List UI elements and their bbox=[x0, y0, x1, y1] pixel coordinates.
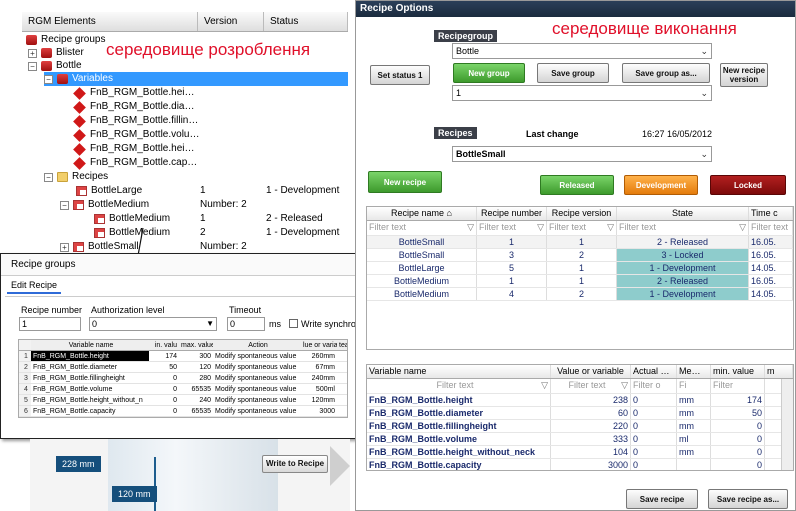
filter-icon[interactable]: ▽ bbox=[621, 379, 628, 392]
set-status-button[interactable]: Set status 1 bbox=[370, 65, 430, 85]
col-recipe-version[interactable]: Recipe version bbox=[547, 207, 617, 220]
tab-edit-recipe[interactable]: Edit Recipe bbox=[7, 280, 62, 294]
recipegroup-label: Recipegroup bbox=[434, 30, 498, 42]
table-row[interactable]: 6 FnB_RGM_Bottle.capacity 0 65535 Modify spo… bbox=[19, 406, 347, 417]
recipe-variable-table: Variable name in. valu max. value Action… bbox=[18, 339, 348, 418]
col-min-value[interactable]: min. value bbox=[711, 365, 765, 378]
bottle-visualization bbox=[30, 439, 350, 511]
table-row[interactable]: FnB_RGM_Bottle.fillingheight 220 0 mm 0 bbox=[367, 420, 793, 433]
filter-input[interactable]: Filter text ▽ bbox=[551, 379, 631, 393]
table-row[interactable]: 3 FnB_RGM_Bottle.fillingheight 0 280 Modify … bbox=[19, 373, 347, 384]
col-measure[interactable]: Me… bbox=[677, 365, 711, 378]
save-recipe-as-button[interactable]: Save recipe as... bbox=[708, 489, 788, 509]
recipe-grid-header: Recipe name ⌂ Recipe number Recipe versi… bbox=[367, 207, 793, 221]
table-row[interactable]: 2 FnB_RGM_Bottle.diameter 50 120 Modify spon… bbox=[19, 362, 347, 373]
col-recipe-name[interactable]: Recipe name ⌂ bbox=[367, 207, 477, 220]
table-header: Variable name in. valu max. value Action… bbox=[19, 340, 347, 351]
home-icon: ⌂ bbox=[446, 208, 452, 218]
authorization-level-label: Authorization level bbox=[91, 305, 165, 315]
col-variable-name[interactable]: Variable name bbox=[367, 365, 551, 378]
recipes-label: Recipes bbox=[434, 127, 477, 139]
write-to-recipe-button[interactable]: Write to Recipe bbox=[262, 455, 328, 473]
filter-input[interactable]: Filter bbox=[711, 379, 765, 393]
col-value-or-variable[interactable]: Value or variable bbox=[551, 365, 631, 378]
new-group-button[interactable]: New group bbox=[453, 63, 525, 83]
col-state[interactable]: State bbox=[617, 207, 749, 220]
recipe-select[interactable]: BottleSmall ⌄ bbox=[452, 146, 712, 162]
table-row[interactable]: BottleMedium 1 1 2 - Released 16.05. bbox=[367, 275, 793, 288]
variable-grid-scrollbar[interactable] bbox=[781, 379, 793, 470]
variable-grid-header: Variable name Value or variable Actual …… bbox=[367, 365, 793, 379]
chevron-down-icon: ⌄ bbox=[700, 88, 708, 98]
runtime-environment-panel: Recipe Options середовище виконання Reci… bbox=[355, 0, 796, 511]
timeout-input[interactable]: 0 bbox=[227, 317, 265, 331]
recipe-number-label: Recipe number bbox=[21, 305, 83, 315]
last-change-label: Last change bbox=[526, 129, 579, 139]
write-synchronous-checkbox[interactable] bbox=[289, 319, 298, 328]
dialog-title: Recipe groups bbox=[1, 254, 359, 276]
variable-grid-filter-row: Filter text ▽ Filter text ▽ Filter o Fi Fi… bbox=[367, 379, 793, 394]
chevron-down-icon: ▼ bbox=[206, 319, 214, 328]
recipegroup-select[interactable]: Bottle ⌄ bbox=[452, 43, 712, 59]
table-row[interactable]: BottleSmall 3 2 3 - Locked 16.05. bbox=[367, 249, 793, 262]
recipe-number-input[interactable]: 1 bbox=[19, 317, 81, 331]
height-label-228: 228 mm bbox=[56, 456, 101, 472]
filter-icon[interactable]: ▽ bbox=[537, 221, 544, 234]
table-row[interactable]: BottleSmall 1 1 2 - Released 16.05. bbox=[367, 236, 793, 249]
last-change-value: 16:27 16/05/2012 bbox=[642, 129, 713, 139]
filter-input[interactable]: Filter text ▽ bbox=[547, 221, 617, 235]
save-recipe-button[interactable]: Save recipe bbox=[626, 489, 698, 509]
col-max[interactable]: m bbox=[765, 365, 793, 378]
filter-input[interactable]: Filter text ▽ bbox=[477, 221, 547, 235]
authorization-level-select[interactable]: 0 ▼ bbox=[89, 317, 217, 331]
timeout-unit: ms bbox=[269, 319, 281, 329]
write-synchronous-label: Write synchronous bbox=[301, 319, 359, 329]
filter-input[interactable]: Filter text ▽ bbox=[367, 221, 477, 235]
col-actual[interactable]: Actual … bbox=[631, 365, 677, 378]
variable-grid: Variable name Value or variable Actual …… bbox=[366, 364, 794, 471]
col-recipe-number[interactable]: Recipe number bbox=[477, 207, 547, 220]
new-recipe-version-button[interactable]: New recipe version bbox=[720, 63, 768, 87]
table-row[interactable]: FnB_RGM_Bottle.volume 333 0 ml 0 bbox=[367, 433, 793, 446]
chevron-down-icon: ⌄ bbox=[700, 149, 708, 159]
filter-input[interactable]: Fi bbox=[677, 379, 711, 393]
new-recipe-button[interactable]: New recipe bbox=[368, 171, 442, 193]
runtime-environment-caption: середовище виконання bbox=[552, 19, 737, 38]
filter-input[interactable]: Filter o bbox=[631, 379, 677, 393]
save-group-button[interactable]: Save group bbox=[537, 63, 609, 83]
chevron-down-icon: ⌄ bbox=[700, 46, 708, 56]
filter-input[interactable]: Filter text ▽ bbox=[617, 221, 749, 235]
recipe-options-title: Recipe Options bbox=[356, 1, 795, 17]
table-row[interactable]: FnB_RGM_Bottle.height_without_neck 104 0 mm… bbox=[367, 446, 793, 459]
table-row[interactable]: FnB_RGM_Bottle.height 238 0 mm 174 bbox=[367, 394, 793, 407]
table-row[interactable]: BottleMedium 4 2 1 - Development 14.05. bbox=[367, 288, 793, 301]
col-time[interactable]: Time c bbox=[749, 207, 793, 220]
filter-icon[interactable]: ▽ bbox=[541, 379, 548, 392]
height-label-120: 120 mm bbox=[112, 486, 157, 502]
released-button[interactable]: Released bbox=[540, 175, 614, 195]
filter-icon[interactable]: ▽ bbox=[607, 221, 614, 234]
recipe-grid-filter-row: Filter text ▽ Filter text ▽ Filter text ▽ F… bbox=[367, 221, 793, 236]
secondary-select[interactable]: 1 ⌄ bbox=[452, 85, 712, 101]
filter-icon[interactable]: ▽ bbox=[739, 221, 746, 234]
locked-button[interactable]: Locked bbox=[710, 175, 786, 195]
development-button[interactable]: Development bbox=[624, 175, 698, 195]
timeout-label: Timeout bbox=[229, 305, 262, 315]
table-row[interactable]: 5 FnB_RGM_Bottle.height_without_n 0 240 Modi… bbox=[19, 395, 347, 406]
filter-input[interactable]: Filter text ▽ bbox=[367, 379, 551, 393]
filter-input[interactable]: Filter text bbox=[749, 221, 793, 235]
table-row[interactable]: FnB_RGM_Bottle.capacity 3000 0 0 bbox=[367, 459, 793, 470]
save-group-as-button[interactable]: Save group as... bbox=[622, 63, 710, 83]
table-row[interactable]: FnB_RGM_Bottle.diameter 60 0 mm 50 bbox=[367, 407, 793, 420]
table-row[interactable]: 1 FnB_RGM_Bottle.height 174 300 Modify spont… bbox=[19, 351, 347, 362]
recipe-grid: Recipe name ⌂ Recipe number Recipe versi… bbox=[366, 206, 794, 350]
table-row[interactable]: 4 FnB_RGM_Bottle.volume 0 65535 Modify spont… bbox=[19, 384, 347, 395]
arrow-right-icon bbox=[330, 446, 350, 486]
filter-icon[interactable]: ▽ bbox=[467, 221, 474, 234]
table-row[interactable]: BottleLarge 5 1 1 - Development 14.05. bbox=[367, 262, 793, 275]
